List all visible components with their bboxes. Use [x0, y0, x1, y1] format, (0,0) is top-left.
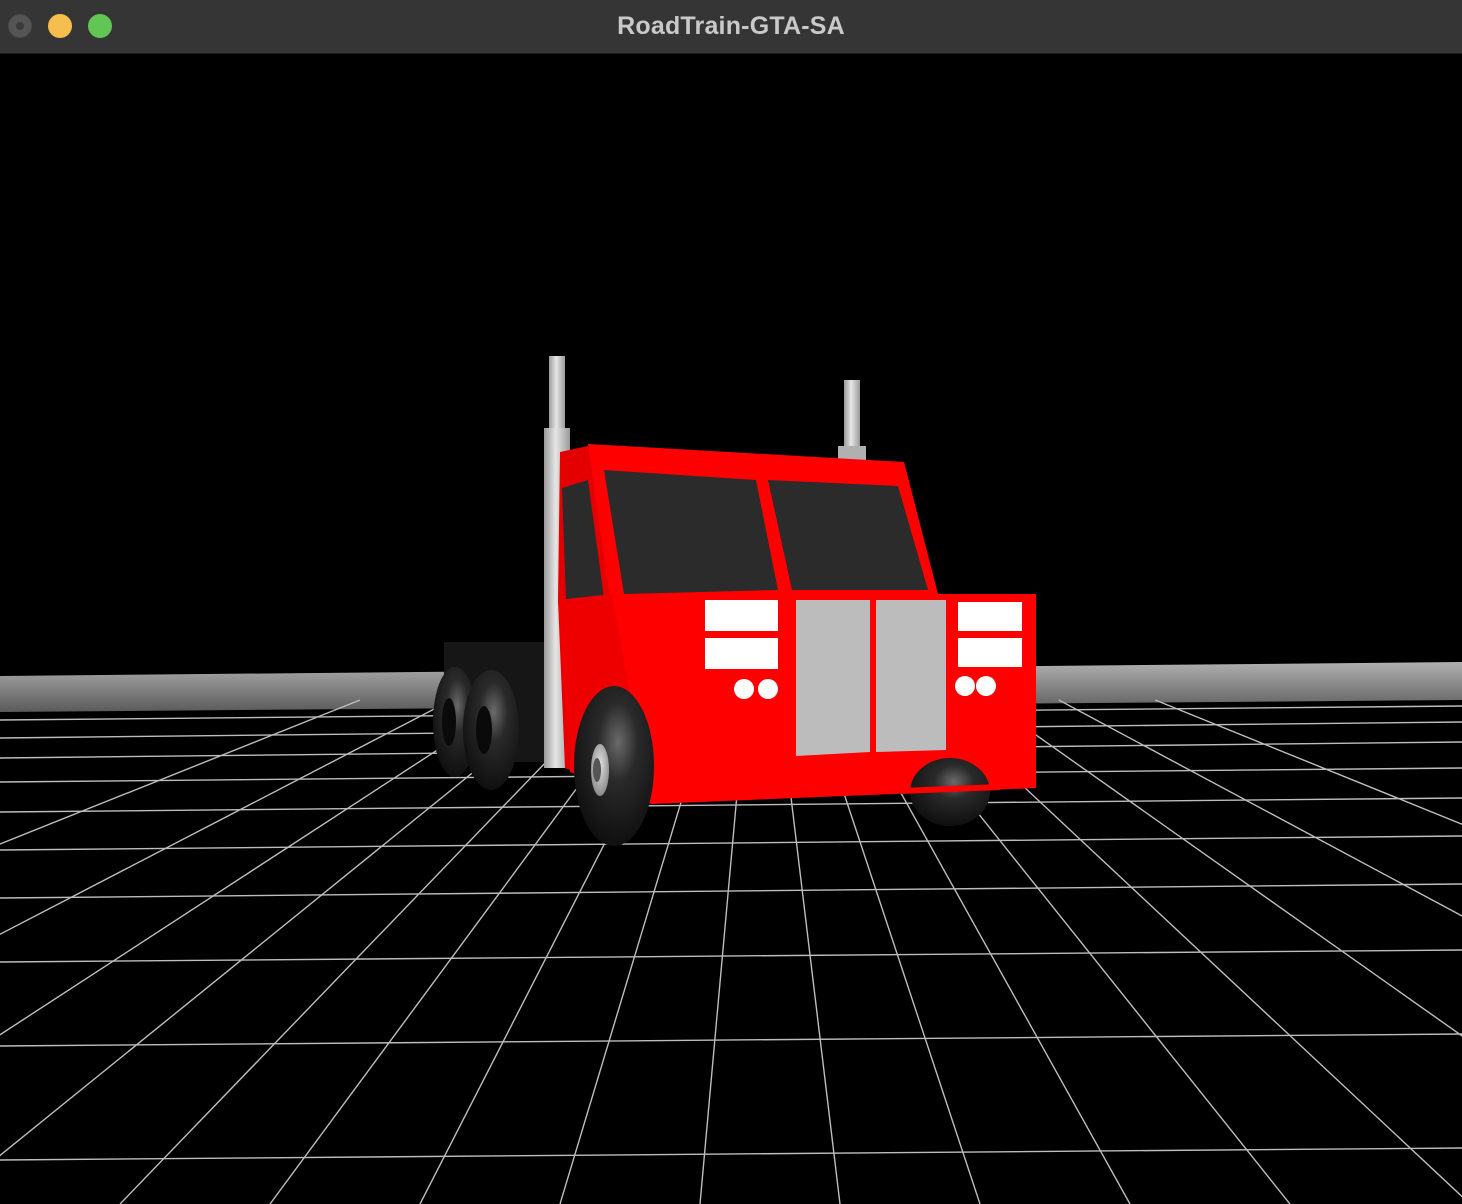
grid-line	[0, 1033, 1462, 1047]
grid-line	[0, 949, 1462, 963]
window-title: RoadTrain-GTA-SA	[617, 12, 845, 40]
truck-model	[433, 356, 1036, 846]
grid-line	[0, 835, 1462, 851]
rear-tires	[433, 667, 519, 790]
grid-line	[0, 883, 1462, 899]
grid-line	[0, 699, 452, 936]
exhaust-stack-right	[838, 380, 866, 466]
3d-viewport[interactable]	[0, 54, 1462, 1204]
front-tire-left	[574, 686, 654, 846]
grid-line	[0, 1147, 1462, 1161]
app-window: RoadTrain-GTA-SA	[0, 0, 1462, 1204]
scene-canvas[interactable]	[0, 54, 1462, 1204]
grid-line	[0, 699, 515, 1036]
windshield-left	[604, 470, 778, 594]
title-bar[interactable]: RoadTrain-GTA-SA	[0, 0, 1462, 54]
grid-line	[119, 699, 607, 1204]
